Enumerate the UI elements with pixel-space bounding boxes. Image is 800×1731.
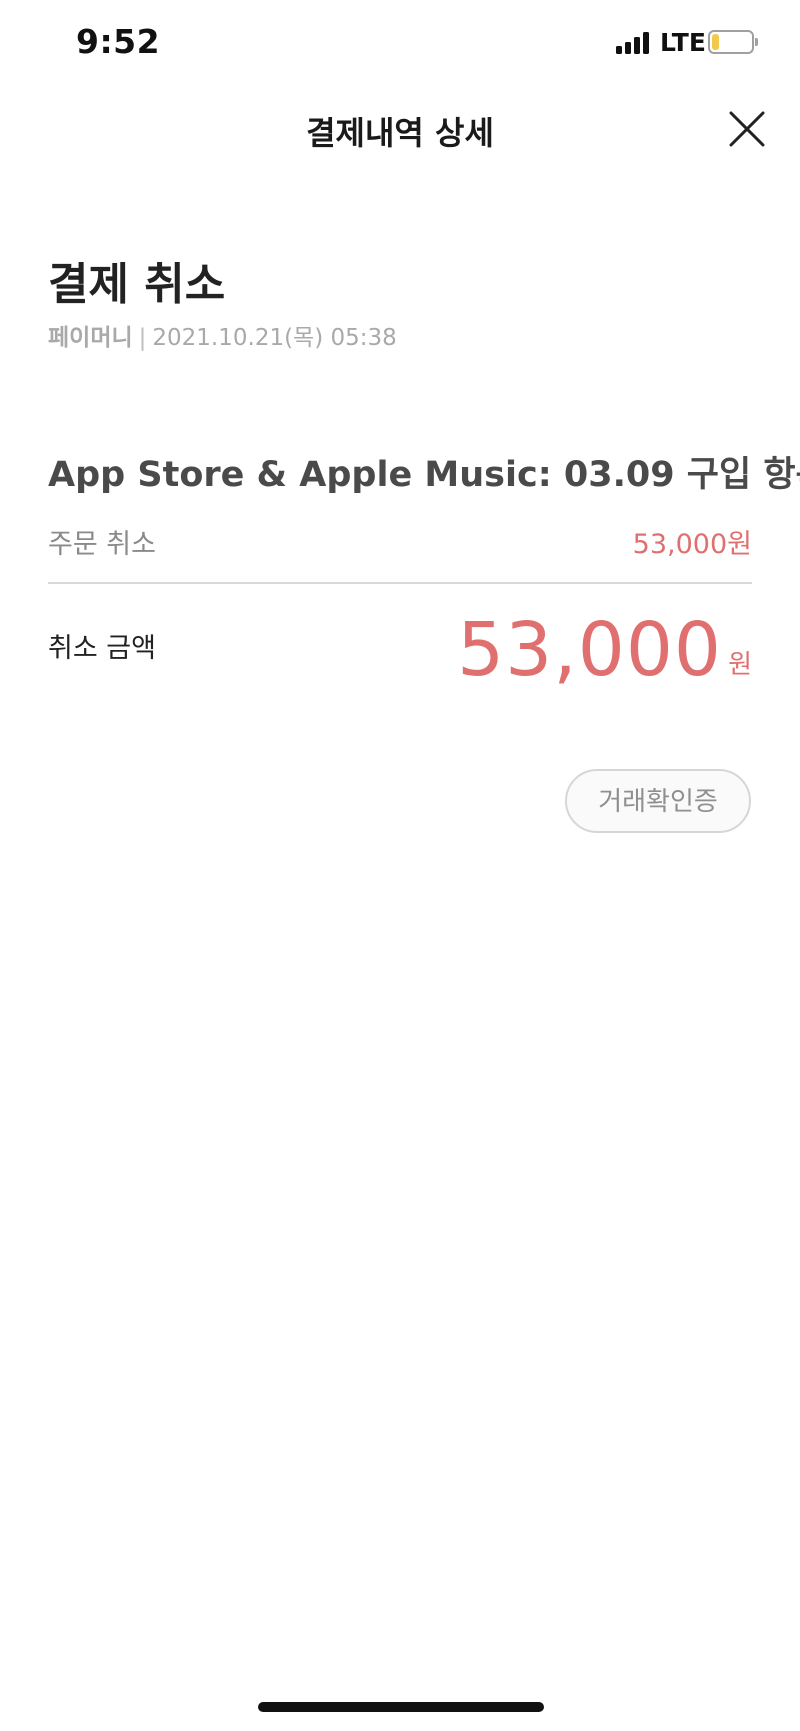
transaction-datetime: 2021.10.21(목) 05:38: [152, 325, 397, 351]
home-indicator: [258, 1702, 544, 1712]
status-bar: 9:52 LTE: [0, 0, 800, 90]
total-amount: 53,000: [457, 607, 722, 693]
order-label: 주문 취소: [48, 529, 156, 560]
total-row: 취소 금액 53,000 원: [48, 600, 752, 700]
signal-icon: [616, 30, 652, 54]
order-row: 주문 취소 53,000원: [48, 522, 752, 562]
divider: [48, 582, 752, 584]
payment-detail-screen: 9:52 LTE 결제내역 상세 결제 취소 페이머니 | 2021.10.21(목…: [0, 0, 800, 1731]
transaction-meta: 페이머니 | 2021.10.21(목) 05:38: [48, 318, 397, 352]
page-title: 결제내역 상세: [306, 114, 494, 152]
meta-separator: |: [138, 325, 147, 351]
item-title: App Store & Apple Music: 03.09 구입 항목: [48, 455, 800, 495]
close-button[interactable]: [722, 104, 772, 154]
transaction-status: 결제 취소: [48, 259, 226, 310]
header: 결제내역 상세: [0, 96, 800, 162]
transaction-receipt-button[interactable]: 거래확인증: [565, 769, 751, 833]
order-amount: 53,000원: [632, 529, 752, 560]
status-time: 9:52: [76, 22, 161, 61]
close-icon: [729, 111, 765, 147]
total-unit: 원: [728, 650, 752, 680]
network-label: LTE: [660, 28, 706, 57]
battery-icon: [708, 30, 758, 54]
battery-fill: [712, 34, 719, 50]
total-label: 취소 금액: [48, 633, 156, 664]
payment-method: 페이머니: [48, 325, 133, 351]
